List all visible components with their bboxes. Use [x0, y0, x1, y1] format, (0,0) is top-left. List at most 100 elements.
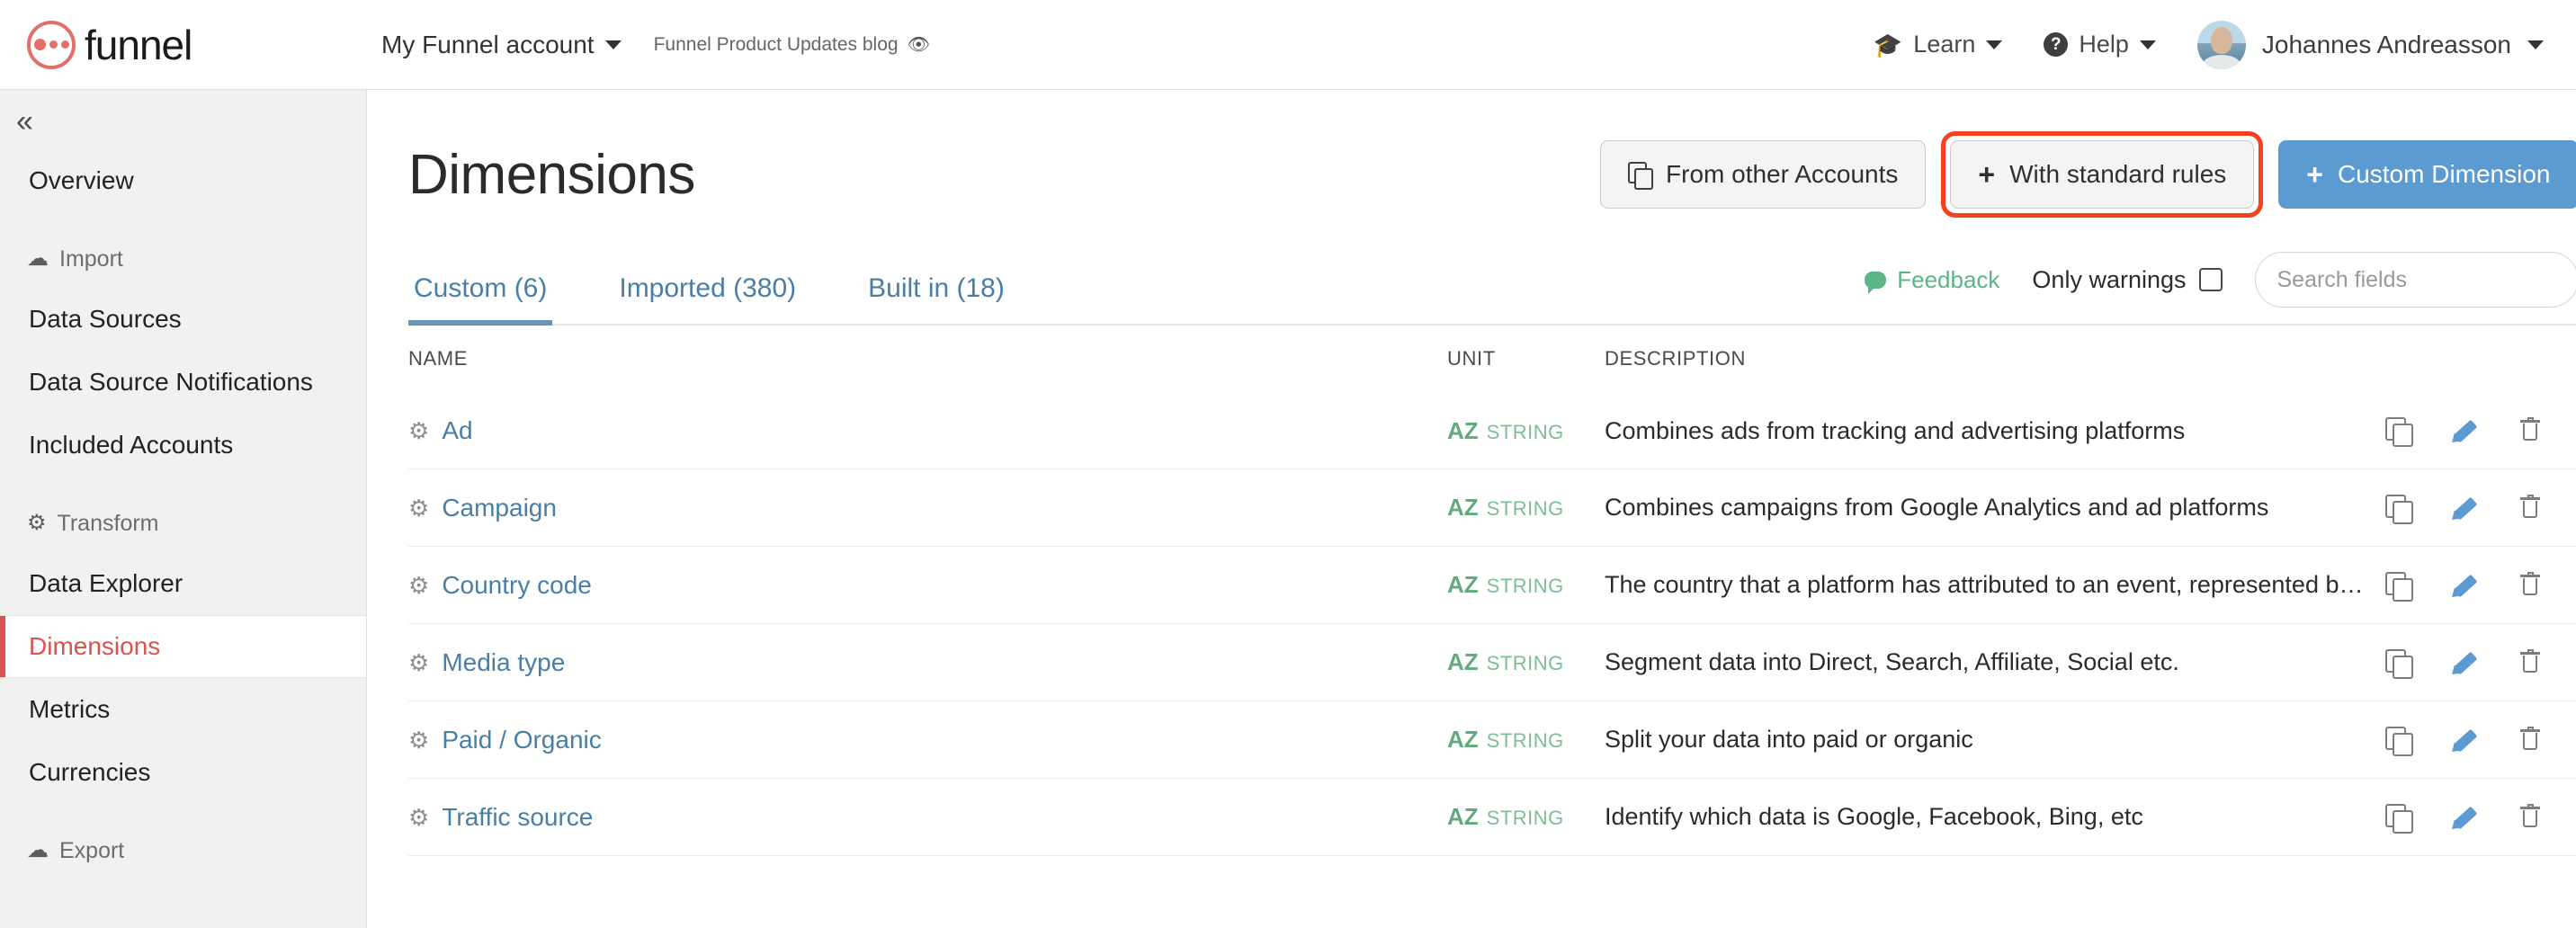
page-title: Dimensions — [408, 143, 695, 206]
avatar — [2196, 20, 2246, 69]
sidebar-item-metrics[interactable]: Metrics — [0, 678, 366, 741]
copy-icon — [1628, 162, 1654, 190]
user-menu[interactable]: Johannes Andreasson — [2196, 20, 2544, 69]
custom-dimension-button[interactable]: + Custom Dimension — [2278, 140, 2576, 209]
row-description-cell: Segment data into Direct, Search, Affili… — [1605, 648, 2179, 675]
dimension-name-link[interactable]: Ad — [442, 416, 472, 445]
row-name-cell: ⚙ Traffic source — [408, 803, 1447, 832]
sidebar-item-label: Overview — [29, 166, 134, 194]
tab-imported[interactable]: Imported (380) — [613, 273, 801, 324]
dimension-name-link[interactable]: Campaign — [442, 494, 557, 522]
top-navigation-bar: funnel My Funnel account Funnel Product … — [0, 0, 2576, 90]
feedback-button[interactable]: Feedback — [1865, 266, 1999, 294]
sidebar-item-included-accounts[interactable]: Included Accounts — [0, 414, 366, 477]
only-warnings-toggle[interactable]: Only warnings — [2032, 266, 2223, 294]
plus-icon: + — [1978, 158, 1996, 191]
row-description-cell: Combines campaigns from Google Analytics… — [1605, 494, 2269, 521]
column-header-unit: UNIT — [1447, 347, 1496, 370]
pencil-icon[interactable] — [2447, 727, 2479, 755]
sidebar-item-dimensions[interactable]: Dimensions — [0, 615, 366, 678]
trash-icon[interactable] — [2518, 417, 2545, 444]
help-menu[interactable]: ? Help — [2044, 31, 2156, 58]
pencil-icon[interactable] — [2447, 572, 2479, 601]
sidebar-item-label: Dimensions — [29, 632, 161, 660]
row-name-cell: ⚙ Media type — [408, 648, 1447, 677]
trash-icon[interactable] — [2518, 571, 2545, 599]
pencil-icon[interactable] — [2447, 495, 2479, 523]
cloud-import-icon: ☁ — [27, 246, 49, 271]
table-row[interactable]: ⚙ Traffic source AZ STRING Identify whic… — [408, 779, 2576, 856]
sidebar-item-overview[interactable]: Overview — [0, 149, 366, 212]
table-row[interactable]: ⚙ Media type AZ STRING Segment data into… — [408, 624, 2576, 701]
graduation-cap-icon: 🎓 — [1873, 31, 1903, 58]
chevron-down-icon — [604, 40, 622, 49]
copy-icon[interactable] — [2384, 726, 2413, 756]
table-row[interactable]: ⚙ Paid / Organic AZ STRING Split your da… — [408, 701, 2576, 779]
row-description-cell: Identify which data is Google, Facebook,… — [1605, 803, 2143, 830]
sidebar-item-label: Data Explorer — [29, 569, 183, 597]
chevron-down-icon — [2527, 40, 2544, 49]
dimension-name-link[interactable]: Country code — [442, 571, 592, 600]
table-row[interactable]: ⚙ Campaign AZ STRING Combines campaigns … — [408, 469, 2576, 547]
row-description-cell: The country that a platform has attribut… — [1605, 571, 2364, 598]
sidebar-item-data-source-notifications[interactable]: Data Source Notifications — [0, 351, 366, 414]
unit-type-label: STRING — [1486, 575, 1564, 597]
from-other-accounts-button[interactable]: From other Accounts — [1600, 140, 1927, 209]
dimension-name-link[interactable]: Paid / Organic — [442, 726, 601, 754]
trash-icon[interactable] — [2518, 803, 2545, 831]
dimension-name-link[interactable]: Traffic source — [442, 803, 593, 832]
row-unit-cell: AZ STRING — [1447, 648, 1605, 676]
pencil-icon[interactable] — [2447, 417, 2479, 447]
sidebar-item-data-explorer[interactable]: Data Explorer — [0, 552, 366, 615]
eye-icon: 👁 — [907, 34, 930, 55]
copy-icon[interactable] — [2384, 494, 2413, 524]
unit-code-label: AZ — [1447, 803, 1479, 830]
sidebar-item-data-sources[interactable]: Data Sources — [0, 288, 366, 351]
trash-icon[interactable] — [2518, 648, 2545, 676]
unit-type-label: STRING — [1486, 652, 1564, 674]
sidebar-item-label: Currencies — [29, 758, 151, 786]
copy-icon[interactable] — [2384, 803, 2413, 834]
trash-icon[interactable] — [2518, 726, 2545, 754]
sidebar-group-label: Transform — [57, 510, 159, 536]
only-warnings-checkbox[interactable] — [2198, 268, 2223, 291]
sidebar: « Overview ☁ Import Data Sources Data So… — [0, 90, 367, 928]
search-fields-box[interactable] — [2254, 252, 2576, 308]
brand-wordmark: funnel — [85, 21, 192, 68]
copy-icon[interactable] — [2384, 417, 2413, 447]
row-name-cell: ⚙ Ad — [408, 416, 1447, 445]
tab-bar: Custom (6) Imported (380) Built in (18) … — [408, 241, 2576, 326]
tab-built-in[interactable]: Built in (18) — [863, 273, 1010, 324]
brand-logo[interactable]: funnel — [27, 20, 369, 69]
collapse-sidebar-button[interactable]: « — [0, 99, 366, 149]
row-unit-cell: AZ STRING — [1447, 803, 1605, 831]
dimension-name-link[interactable]: Media type — [442, 648, 565, 677]
unit-code-label: AZ — [1447, 648, 1479, 675]
search-input[interactable] — [2276, 266, 2567, 293]
account-switcher[interactable]: My Funnel account — [381, 31, 622, 59]
question-mark-icon: ? — [2044, 32, 2069, 57]
table-row[interactable]: ⚙ Ad AZ STRING Combines ads from trackin… — [408, 392, 2576, 469]
table-row[interactable]: ⚙ Country code AZ STRING The country tha… — [408, 547, 2576, 624]
tab-bar-tools: Feedback Only warnings — [1865, 252, 2576, 324]
sidebar-item-currencies[interactable]: Currencies — [0, 741, 366, 804]
highlight-annotation: + With standard rules — [1941, 131, 2264, 218]
row-unit-cell: AZ STRING — [1447, 494, 1605, 522]
copy-icon[interactable] — [2384, 648, 2413, 679]
learn-label: Learn — [1913, 31, 1976, 58]
tab-custom[interactable]: Custom (6) — [408, 273, 553, 326]
copy-icon[interactable] — [2384, 571, 2413, 602]
learn-menu[interactable]: 🎓 Learn — [1873, 31, 2003, 58]
pencil-icon[interactable] — [2447, 649, 2479, 678]
workspace-link[interactable]: Funnel Product Updates blog 👁 — [654, 34, 930, 56]
sidebar-group-label: Export — [59, 837, 125, 863]
table-header-row: NAME UNIT DESCRIPTION — [408, 326, 2576, 392]
with-standard-rules-button[interactable]: + With standard rules — [1950, 140, 2255, 209]
sidebar-group-import: ☁ Import — [0, 230, 366, 288]
top-bar-right-group: 🎓 Learn ? Help Johannes Andreasson — [1873, 20, 2544, 69]
pencil-icon[interactable] — [2447, 804, 2479, 833]
button-label: Custom Dimension — [2337, 160, 2551, 188]
trash-icon[interactable] — [2518, 494, 2545, 522]
row-name-cell: ⚙ Paid / Organic — [408, 726, 1447, 754]
cloud-export-icon: ☁ — [27, 838, 49, 862]
